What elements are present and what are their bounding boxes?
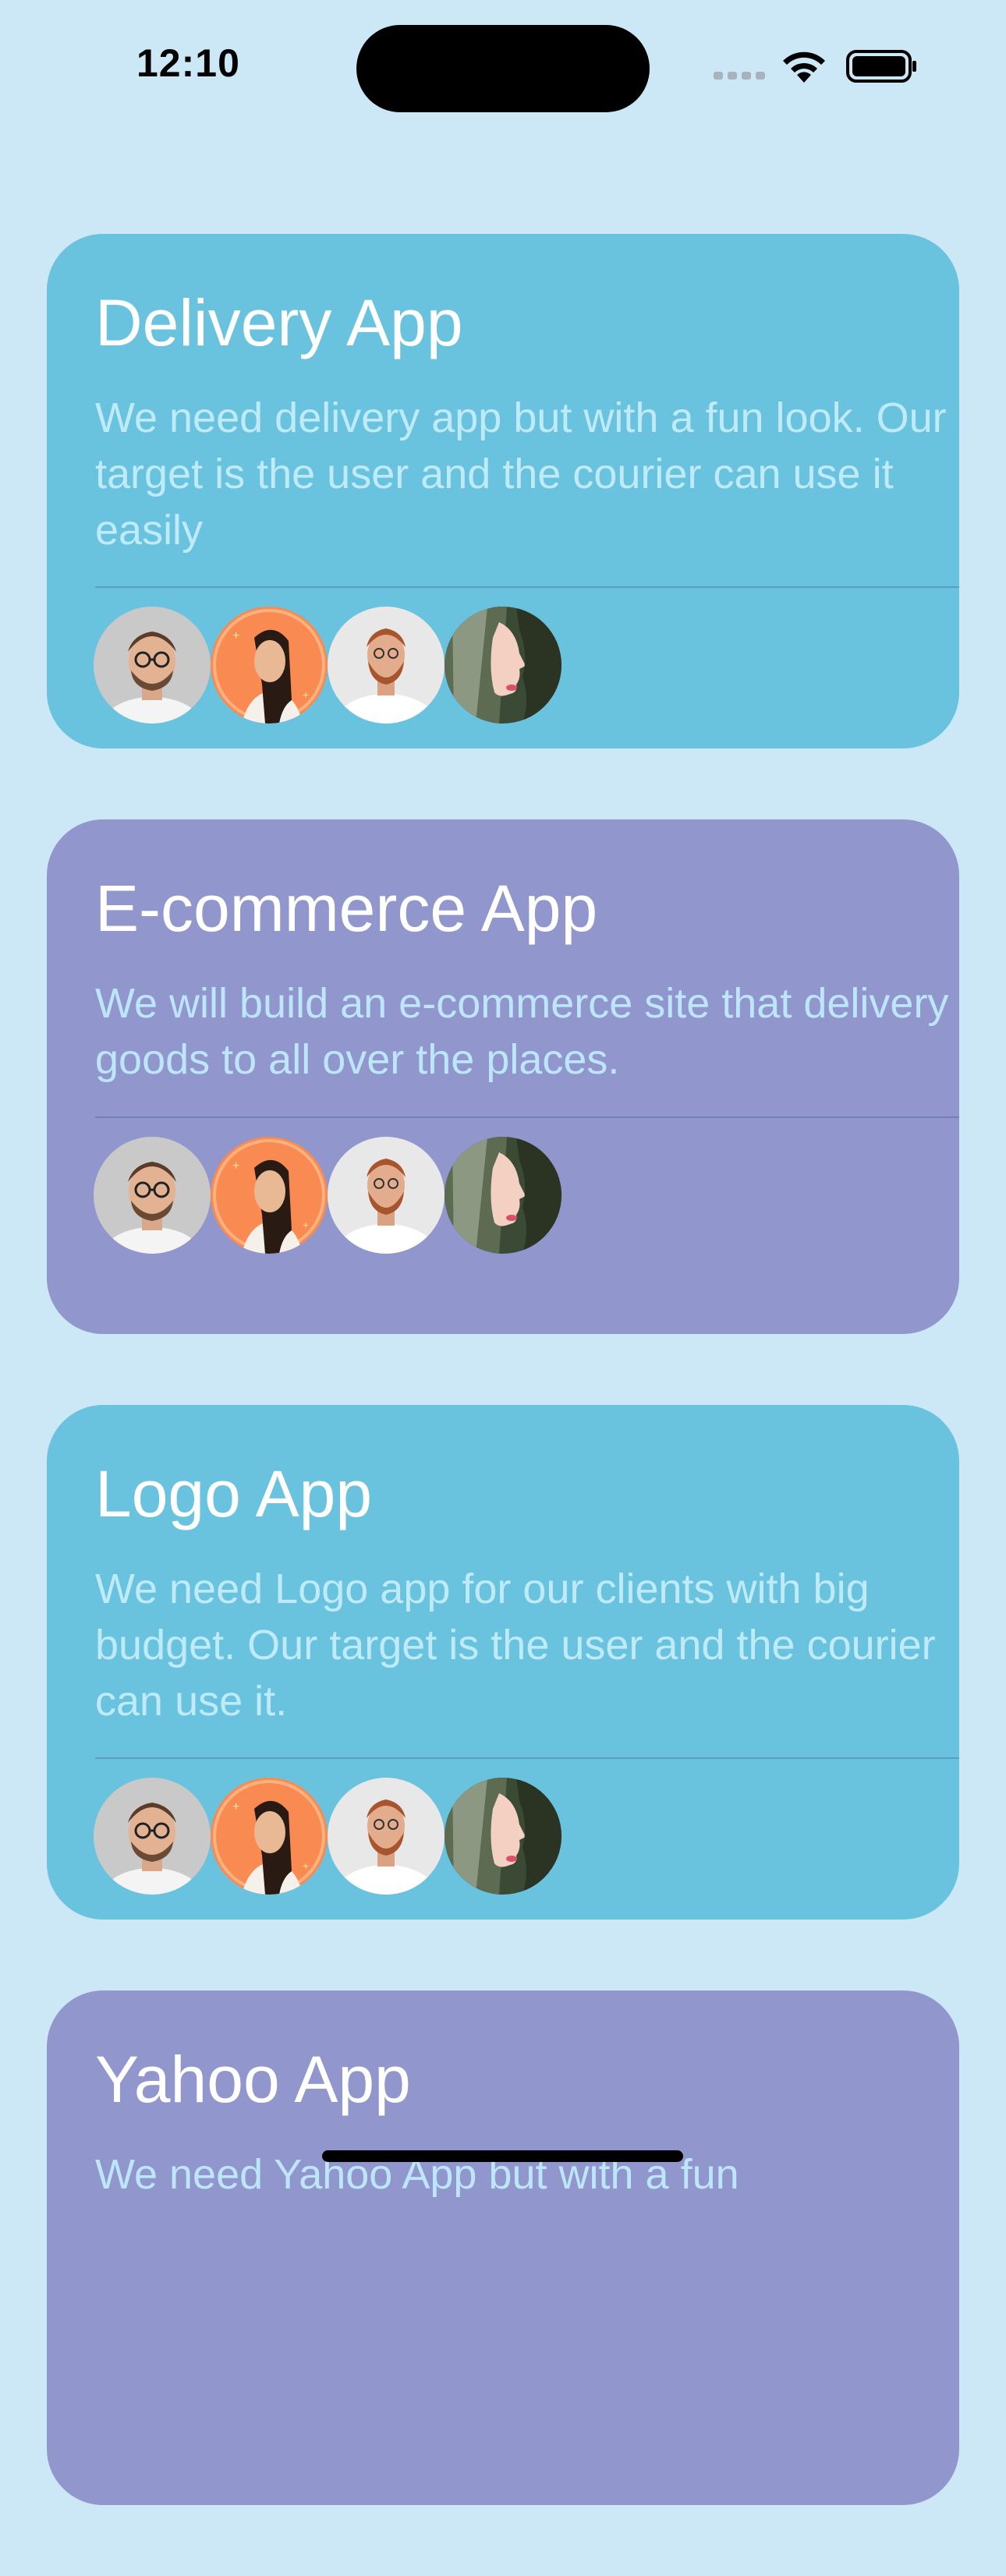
- woman-orange-avatar[interactable]: + +: [211, 1778, 328, 1895]
- project-description: We will build an e-commerce site that de…: [95, 980, 949, 1083]
- svg-text:+: +: [303, 1219, 309, 1231]
- team-avatars: + +: [94, 1778, 561, 1895]
- woman-orange-avatar[interactable]: + +: [211, 607, 328, 724]
- card-divider: [95, 1757, 959, 1759]
- project-description: We need Logo app for our clients with bi…: [95, 1566, 936, 1725]
- project-card-ecommerce[interactable]: E-commerce App We will build an e-commer…: [47, 819, 959, 1334]
- svg-text:+: +: [303, 688, 309, 701]
- home-indicator[interactable]: [322, 2150, 683, 2162]
- status-time: 12:10: [136, 41, 240, 85]
- man-glasses-avatar[interactable]: [94, 1778, 211, 1895]
- team-avatars: + +: [94, 607, 561, 724]
- project-description: We need delivery app but with a fun look…: [95, 395, 947, 554]
- project-title: Logo App: [95, 1457, 373, 1530]
- man-glasses-avatar[interactable]: [94, 1137, 211, 1254]
- battery-icon: [846, 50, 916, 83]
- project-card-logo[interactable]: Logo App We need Logo app for our client…: [47, 1405, 959, 1920]
- project-title: Yahoo App: [95, 2043, 411, 2116]
- card-divider: [95, 1116, 959, 1118]
- man-beard-avatar[interactable]: [328, 607, 445, 724]
- team-avatars: + +: [94, 1137, 561, 1254]
- woman-profile-avatar[interactable]: [445, 1137, 561, 1254]
- card-divider: [95, 586, 959, 588]
- woman-profile-avatar[interactable]: [445, 607, 561, 724]
- cellular-signal-icon: [714, 72, 765, 80]
- wifi-icon: [783, 51, 825, 83]
- status-bar: 12:10: [0, 0, 1006, 133]
- dynamic-island: [356, 25, 650, 112]
- svg-text:+: +: [232, 1159, 239, 1173]
- project-card-yahoo[interactable]: Yahoo App We need Yahoo App but with a f…: [47, 1990, 959, 2505]
- project-list: Delivery App We need delivery app but wi…: [47, 234, 959, 2576]
- svg-text:+: +: [232, 1800, 239, 1813]
- project-title: E-commerce App: [95, 872, 598, 945]
- project-card-delivery[interactable]: Delivery App We need delivery app but wi…: [47, 234, 959, 748]
- svg-text:+: +: [232, 629, 239, 642]
- svg-text:+: +: [303, 1859, 309, 1872]
- woman-profile-avatar[interactable]: [445, 1778, 561, 1895]
- woman-orange-avatar[interactable]: + +: [211, 1137, 328, 1254]
- man-glasses-avatar[interactable]: [94, 607, 211, 724]
- man-beard-avatar[interactable]: [328, 1137, 445, 1254]
- man-beard-avatar[interactable]: [328, 1778, 445, 1895]
- project-title: Delivery App: [95, 286, 463, 359]
